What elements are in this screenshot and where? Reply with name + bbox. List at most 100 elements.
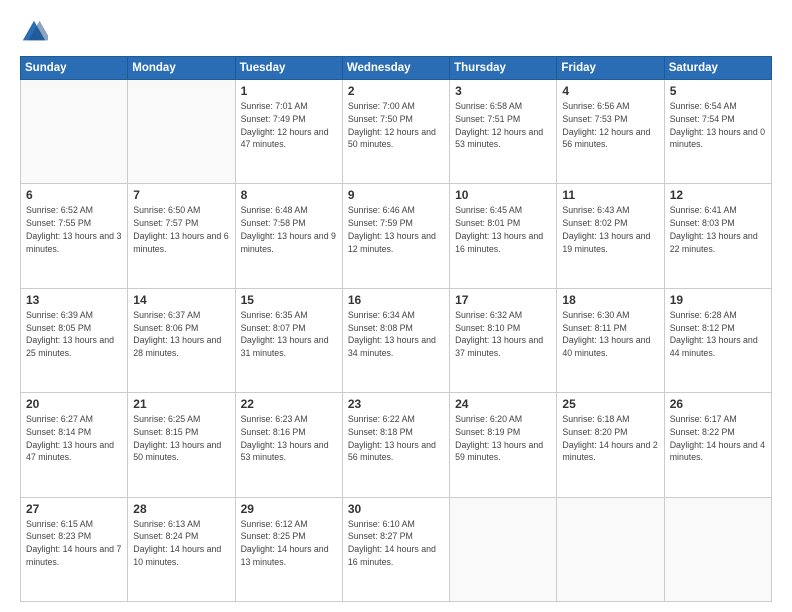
calendar-day-cell: 14Sunrise: 6:37 AM Sunset: 8:06 PM Dayli…	[128, 288, 235, 392]
calendar-day-header: Monday	[128, 57, 235, 80]
calendar-day-cell: 4 Sunrise: 6:56 AM Sunset: 7:53 PM Daylig…	[557, 80, 664, 184]
day-number: 26	[670, 397, 766, 411]
day-info: Sunrise: 6:25 AM Sunset: 8:15 PM Dayligh…	[133, 413, 229, 464]
calendar-day-header: Tuesday	[235, 57, 342, 80]
day-info: Sunrise: 7:01 AM Sunset: 7:49 PM Dayligh…	[241, 100, 337, 151]
calendar-day-cell: 2 Sunrise: 7:00 AM Sunset: 7:50 PM Daylig…	[342, 80, 449, 184]
calendar-day-cell: 16 Sunrise: 6:34 AM Sunset: 8:08 PM Dayli…	[342, 288, 449, 392]
day-info: Sunrise: 6:35 AM Sunset: 8:07 PM Dayligh…	[241, 309, 337, 360]
calendar-day-cell: 11 Sunrise: 6:43 AM Sunset: 8:02 PM Dayli…	[557, 184, 664, 288]
calendar-week-row: 27 Sunrise: 6:15 AM Sunset: 8:23 PM Dayli…	[21, 497, 772, 601]
day-number: 29	[241, 502, 337, 516]
calendar-day-cell	[557, 497, 664, 601]
calendar-week-row: 20 Sunrise: 6:27 AM Sunset: 8:14 PM Dayli…	[21, 393, 772, 497]
day-info: Sunrise: 6:50 AM Sunset: 7:57 PM Dayligh…	[133, 204, 229, 255]
calendar-day-cell: 1 Sunrise: 7:01 AM Sunset: 7:49 PM Daylig…	[235, 80, 342, 184]
calendar-day-cell: 20 Sunrise: 6:27 AM Sunset: 8:14 PM Dayli…	[21, 393, 128, 497]
day-number: 28	[133, 502, 229, 516]
calendar-day-header: Sunday	[21, 57, 128, 80]
calendar-day-cell: 6 Sunrise: 6:52 AM Sunset: 7:55 PM Daylig…	[21, 184, 128, 288]
day-number: 23	[348, 397, 444, 411]
calendar-day-header: Thursday	[450, 57, 557, 80]
day-number: 11	[562, 188, 658, 202]
calendar-week-row: 13Sunrise: 6:39 AM Sunset: 8:05 PM Dayli…	[21, 288, 772, 392]
day-number: 5	[670, 84, 766, 98]
calendar-day-cell	[128, 80, 235, 184]
calendar-day-cell: 23 Sunrise: 6:22 AM Sunset: 8:18 PM Dayli…	[342, 393, 449, 497]
day-number: 14	[133, 293, 229, 307]
calendar-week-row: 6 Sunrise: 6:52 AM Sunset: 7:55 PM Daylig…	[21, 184, 772, 288]
day-info: Sunrise: 6:41 AM Sunset: 8:03 PM Dayligh…	[670, 204, 766, 255]
calendar-day-cell: 27 Sunrise: 6:15 AM Sunset: 8:23 PM Dayli…	[21, 497, 128, 601]
day-info: Sunrise: 6:22 AM Sunset: 8:18 PM Dayligh…	[348, 413, 444, 464]
calendar-day-cell	[664, 497, 771, 601]
calendar-week-row: 1 Sunrise: 7:01 AM Sunset: 7:49 PM Daylig…	[21, 80, 772, 184]
day-info: Sunrise: 6:46 AM Sunset: 7:59 PM Dayligh…	[348, 204, 444, 255]
calendar-day-cell	[21, 80, 128, 184]
day-number: 20	[26, 397, 122, 411]
day-number: 24	[455, 397, 551, 411]
day-info: Sunrise: 6:17 AM Sunset: 8:22 PM Dayligh…	[670, 413, 766, 464]
day-info: Sunrise: 6:45 AM Sunset: 8:01 PM Dayligh…	[455, 204, 551, 255]
day-number: 2	[348, 84, 444, 98]
day-info: Sunrise: 6:58 AM Sunset: 7:51 PM Dayligh…	[455, 100, 551, 151]
day-info: Sunrise: 6:12 AM Sunset: 8:25 PM Dayligh…	[241, 518, 337, 569]
calendar-header-row: SundayMondayTuesdayWednesdayThursdayFrid…	[21, 57, 772, 80]
day-number: 3	[455, 84, 551, 98]
calendar-day-cell: 17 Sunrise: 6:32 AM Sunset: 8:10 PM Dayli…	[450, 288, 557, 392]
day-info: Sunrise: 6:28 AM Sunset: 8:12 PM Dayligh…	[670, 309, 766, 360]
day-info: Sunrise: 6:13 AM Sunset: 8:24 PM Dayligh…	[133, 518, 229, 569]
calendar-day-cell: 3 Sunrise: 6:58 AM Sunset: 7:51 PM Daylig…	[450, 80, 557, 184]
day-info: Sunrise: 6:43 AM Sunset: 8:02 PM Dayligh…	[562, 204, 658, 255]
day-number: 7	[133, 188, 229, 202]
calendar-day-cell: 26 Sunrise: 6:17 AM Sunset: 8:22 PM Dayli…	[664, 393, 771, 497]
page: SundayMondayTuesdayWednesdayThursdayFrid…	[0, 0, 792, 612]
day-number: 25	[562, 397, 658, 411]
day-info: Sunrise: 6:54 AM Sunset: 7:54 PM Dayligh…	[670, 100, 766, 151]
day-number: 8	[241, 188, 337, 202]
day-number: 16	[348, 293, 444, 307]
day-info: Sunrise: 7:00 AM Sunset: 7:50 PM Dayligh…	[348, 100, 444, 151]
day-number: 18	[562, 293, 658, 307]
day-number: 30	[348, 502, 444, 516]
day-number: 15	[241, 293, 337, 307]
calendar-day-cell: 13Sunrise: 6:39 AM Sunset: 8:05 PM Dayli…	[21, 288, 128, 392]
day-info: Sunrise: 6:20 AM Sunset: 8:19 PM Dayligh…	[455, 413, 551, 464]
day-number: 22	[241, 397, 337, 411]
calendar-day-cell: 8 Sunrise: 6:48 AM Sunset: 7:58 PM Daylig…	[235, 184, 342, 288]
calendar-day-cell: 29 Sunrise: 6:12 AM Sunset: 8:25 PM Dayli…	[235, 497, 342, 601]
day-number: 6	[26, 188, 122, 202]
day-info: Sunrise: 6:34 AM Sunset: 8:08 PM Dayligh…	[348, 309, 444, 360]
day-info: Sunrise: 6:23 AM Sunset: 8:16 PM Dayligh…	[241, 413, 337, 464]
calendar-day-cell: 5 Sunrise: 6:54 AM Sunset: 7:54 PM Daylig…	[664, 80, 771, 184]
calendar-day-cell: 9 Sunrise: 6:46 AM Sunset: 7:59 PM Daylig…	[342, 184, 449, 288]
calendar-day-cell: 24 Sunrise: 6:20 AM Sunset: 8:19 PM Dayli…	[450, 393, 557, 497]
day-number: 21	[133, 397, 229, 411]
day-info: Sunrise: 6:39 AM Sunset: 8:05 PM Dayligh…	[26, 309, 122, 360]
day-number: 4	[562, 84, 658, 98]
day-info: Sunrise: 6:52 AM Sunset: 7:55 PM Dayligh…	[26, 204, 122, 255]
day-number: 1	[241, 84, 337, 98]
day-number: 17	[455, 293, 551, 307]
day-info: Sunrise: 6:27 AM Sunset: 8:14 PM Dayligh…	[26, 413, 122, 464]
day-info: Sunrise: 6:15 AM Sunset: 8:23 PM Dayligh…	[26, 518, 122, 569]
day-number: 12	[670, 188, 766, 202]
day-number: 9	[348, 188, 444, 202]
day-number: 10	[455, 188, 551, 202]
header	[20, 18, 772, 46]
calendar-day-cell: 21 Sunrise: 6:25 AM Sunset: 8:15 PM Dayli…	[128, 393, 235, 497]
calendar-day-cell: 18 Sunrise: 6:30 AM Sunset: 8:11 PM Dayli…	[557, 288, 664, 392]
day-info: Sunrise: 6:56 AM Sunset: 7:53 PM Dayligh…	[562, 100, 658, 151]
day-info: Sunrise: 6:32 AM Sunset: 8:10 PM Dayligh…	[455, 309, 551, 360]
calendar-day-cell: 22 Sunrise: 6:23 AM Sunset: 8:16 PM Dayli…	[235, 393, 342, 497]
calendar-day-cell: 10 Sunrise: 6:45 AM Sunset: 8:01 PM Dayli…	[450, 184, 557, 288]
day-info: Sunrise: 6:30 AM Sunset: 8:11 PM Dayligh…	[562, 309, 658, 360]
calendar-day-cell: 25Sunrise: 6:18 AM Sunset: 8:20 PM Dayli…	[557, 393, 664, 497]
day-info: Sunrise: 6:48 AM Sunset: 7:58 PM Dayligh…	[241, 204, 337, 255]
calendar-day-cell: 28 Sunrise: 6:13 AM Sunset: 8:24 PM Dayli…	[128, 497, 235, 601]
day-number: 27	[26, 502, 122, 516]
day-info: Sunrise: 6:10 AM Sunset: 8:27 PM Dayligh…	[348, 518, 444, 569]
calendar-table: SundayMondayTuesdayWednesdayThursdayFrid…	[20, 56, 772, 602]
calendar-day-header: Friday	[557, 57, 664, 80]
logo	[20, 18, 54, 46]
